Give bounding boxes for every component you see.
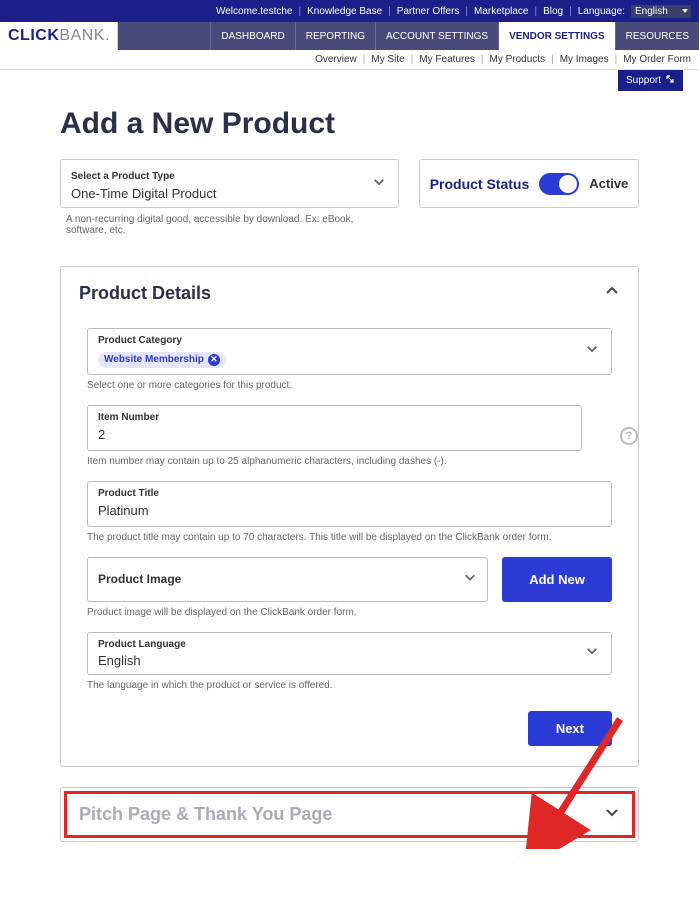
sub-nav: Overview| My Site| My Features| My Produ…: [0, 50, 699, 70]
product-language-label: Product Language: [98, 639, 601, 650]
language-select[interactable]: English: [631, 5, 691, 18]
product-language-field[interactable]: Product Language English: [87, 632, 612, 675]
nav-dashboard[interactable]: DASHBOARD: [210, 22, 294, 50]
chevron-down-icon: [372, 174, 386, 193]
header-row: CLICKBANK. DASHBOARD REPORTING ACCOUNT S…: [0, 22, 699, 50]
chevron-up-icon: [604, 283, 620, 304]
nav-account-settings[interactable]: ACCOUNT SETTINGS: [375, 22, 498, 50]
item-number-help: Item number may contain up to 25 alphanu…: [87, 456, 582, 467]
category-chip: Website Membership ✕: [98, 352, 226, 368]
product-image-label: Product Image: [98, 572, 181, 586]
pitch-page-title: Pitch Page & Thank You Page: [79, 804, 332, 825]
page-title: Add a New Product: [60, 107, 639, 141]
support-label: Support: [626, 75, 661, 86]
product-status-label: Product Status: [430, 176, 530, 192]
nav-reporting[interactable]: REPORTING: [295, 22, 375, 50]
external-link-icon: [665, 74, 675, 87]
item-number-label: Item Number: [98, 412, 571, 423]
product-details-header[interactable]: Product Details: [61, 267, 638, 320]
chevron-down-icon: [585, 342, 599, 361]
subnav-my-images[interactable]: My Images: [560, 54, 609, 65]
next-button[interactable]: Next: [528, 711, 612, 746]
blog-link[interactable]: Blog: [543, 6, 563, 17]
nav-vendor-settings[interactable]: VENDOR SETTINGS: [498, 22, 615, 50]
product-details-title: Product Details: [79, 283, 211, 304]
main-nav: DASHBOARD REPORTING ACCOUNT SETTINGS VEN…: [118, 22, 699, 50]
product-type-help: A non-recurring digital good, accessible…: [60, 214, 360, 236]
welcome-text[interactable]: Welcome.testche: [216, 6, 293, 17]
subnav-my-features[interactable]: My Features: [419, 54, 475, 65]
knowledge-link[interactable]: Knowledge Base: [307, 6, 382, 17]
help-icon[interactable]: ?: [620, 427, 638, 445]
chip-remove-icon[interactable]: ✕: [208, 354, 220, 366]
product-type-select[interactable]: Select a Product Type One-Time Digital P…: [60, 159, 399, 208]
subnav-overview[interactable]: Overview: [315, 54, 357, 65]
nav-resources[interactable]: RESOURCES: [615, 22, 699, 50]
product-details-panel: Product Details Product Category Website…: [60, 266, 639, 767]
chevron-down-icon: [585, 644, 599, 663]
language-label: Language:: [578, 6, 625, 17]
category-chip-label: Website Membership: [104, 354, 204, 365]
pitch-page-panel: Pitch Page & Thank You Page: [60, 787, 639, 842]
logo[interactable]: CLICKBANK.: [0, 22, 118, 50]
product-title-input[interactable]: [98, 503, 601, 518]
product-image-select[interactable]: Product Image: [87, 557, 488, 602]
subnav-my-order-form[interactable]: My Order Form: [623, 54, 691, 65]
logo-part2: BANK: [59, 27, 105, 45]
product-title-field[interactable]: Product Title: [87, 481, 612, 527]
chevron-down-icon: [463, 570, 477, 589]
marketplace-link[interactable]: Marketplace: [474, 6, 528, 17]
product-category-help: Select one or more categories for this p…: [87, 380, 612, 391]
product-status-box: Product Status Active: [419, 159, 639, 208]
logo-part1: CLICK: [8, 27, 59, 45]
add-new-button[interactable]: Add New: [502, 557, 612, 602]
logo-dot: .: [105, 27, 109, 45]
support-button[interactable]: Support: [618, 70, 683, 91]
product-category-field[interactable]: Product Category Website Membership ✕: [87, 328, 612, 375]
item-number-field[interactable]: Item Number: [87, 405, 582, 451]
product-category-label: Product Category: [98, 335, 601, 346]
product-type-value: One-Time Digital Product: [71, 186, 388, 201]
product-language-value: English: [98, 653, 601, 668]
product-language-help: The language in which the product or ser…: [87, 680, 612, 691]
page-content: Add a New Product Select a Product Type …: [0, 99, 699, 902]
partner-link[interactable]: Partner Offers: [397, 6, 460, 17]
subnav-my-site[interactable]: My Site: [371, 54, 404, 65]
status-text: Active: [589, 176, 628, 191]
item-number-input[interactable]: [98, 427, 571, 442]
top-utility-bar: Welcome.testche| Knowledge Base| Partner…: [0, 0, 699, 22]
product-type-label: Select a Product Type: [71, 171, 175, 182]
product-image-help: Product image will be displayed on the C…: [87, 607, 612, 618]
pitch-page-header[interactable]: Pitch Page & Thank You Page: [61, 788, 638, 841]
status-toggle[interactable]: [539, 173, 579, 195]
chevron-down-icon: [604, 804, 620, 825]
product-title-label: Product Title: [98, 488, 601, 499]
subnav-my-products[interactable]: My Products: [490, 54, 546, 65]
product-title-help: The product title may contain up to 70 c…: [87, 532, 612, 543]
